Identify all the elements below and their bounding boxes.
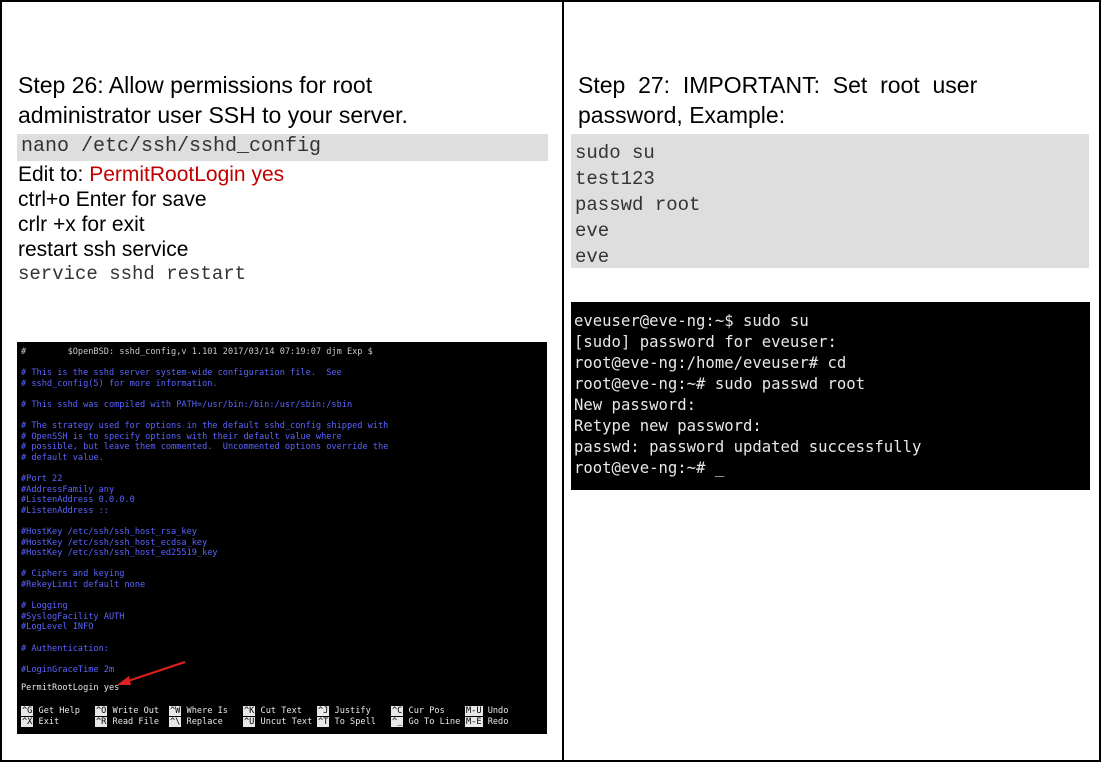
code-line: eve [575,246,610,268]
terminal-line: eveuser@eve-ng:~$ sudo su [574,312,809,330]
permit-root-login-value: PermitRootLogin yes [89,163,285,186]
code-line: test123 [575,168,655,190]
nano-shortcut-key: ^O [95,706,108,716]
nano-shortcut-label: Cut Text [255,706,302,716]
table-column-divider [562,0,564,762]
table-left-border [0,0,2,762]
nano-shortcut: ^C Cur Pos [391,706,445,716]
nano-shortcut-label: Justify [329,706,371,716]
step-27-title: Step 27: IMPORTANT: Set root user passwo… [578,72,978,128]
nano-shortcut-key: ^C [391,706,404,716]
nano-shortcut-bar: ^G Get Help ^X Exit ^O Write Out ^R Read Fi… [17,706,547,732]
nano-shortcut: ^O Write Out [95,706,159,716]
restart-instruction: restart ssh service [18,238,189,261]
nano-shortcut-label: Uncut Text [255,717,313,727]
edit-instruction: Edit to: PermitRootLogin yes [18,163,285,186]
nano-shortcut-label: Get Help [33,706,80,716]
nano-shortcut: ^\ Replace [169,717,223,727]
terminal-line: [sudo] password for eveuser: [574,333,837,351]
nano-shortcut: ^T To Spell [317,717,376,727]
terminal-line: root@eve-ng:/home/eveuser# cd [574,354,847,372]
nano-shortcut: ^J Justify [317,706,371,716]
save-instruction: ctrl+o Enter for save [18,188,207,211]
code-line: eve [575,220,610,242]
nano-shortcut-label: Where Is [181,706,228,716]
exit-instruction: crlr +x for exit [18,213,145,236]
nano-shortcut: ^K Cut Text [243,706,302,716]
nano-shortcut-key: ^X [21,717,34,727]
nano-shortcut-key: ^W [169,706,182,716]
nano-shortcut: ^G Get Help [21,706,80,716]
red-arrow-icon [117,661,186,685]
nano-shortcut: M-U Undo [465,706,508,716]
nano-shortcut-label: To Spell [329,717,376,727]
nano-shortcut-key: ^J [317,706,330,716]
example-code-block: sudo su test123 passwd root eve eve [571,134,1089,268]
nano-shortcut: ^U Uncut Text [243,717,312,727]
nano-shortcut-key: ^G [21,706,34,716]
terminal-line: passwd: password updated successfully [574,438,922,456]
nano-shortcut-key: ^T [317,717,330,727]
nano-shortcut-label: Write Out [107,706,160,716]
restart-command: service sshd restart [18,263,247,285]
step-26-title: Step 26: Allow permissions for root admi… [18,72,408,128]
table-top-border [0,0,1101,2]
nano-shortcut-label: Read File [107,717,160,727]
code-line: passwd root [575,194,701,216]
nano-shortcut-key: ^_ [391,717,404,727]
nano-shortcut-key: ^R [95,717,108,727]
nano-shortcut-label: Exit [33,717,60,727]
nano-shortcut-label: Go To Line [403,717,461,727]
nano-shortcut-label: Cur Pos [403,706,445,716]
terminal-line: root@eve-ng:~# _ [574,459,725,477]
nano-shortcut-label: Undo [482,706,509,716]
terminal-line: New password: [574,396,697,414]
nano-shortcut: ^X Exit [21,717,59,727]
nano-shortcut: ^W Where Is [169,706,228,716]
terminal-line: Retype new password: [574,417,762,435]
nano-shortcut: M-E Redo [465,717,508,727]
nano-shortcut-key: ^K [243,706,256,716]
terminal-line: root@eve-ng:~# sudo passwd root [574,375,866,393]
nano-shortcut: ^_ Go To Line [391,717,460,727]
nano-shortcut-key: ^U [243,717,256,727]
nano-command: nano /etc/ssh/sshd_config [17,134,548,161]
terminal-screenshot: eveuser@eve-ng:~$ sudo su [sudo] password… [571,302,1090,490]
nano-shortcut-label: Replace [181,717,223,727]
nano-shortcut-key: ^\ [169,717,182,727]
code-line: sudo su [575,142,655,164]
nano-shortcut: ^R Read File [95,717,159,727]
nano-shortcut-key: M-U [465,706,483,716]
nano-shortcut-label: Redo [482,717,509,727]
nano-editor-screenshot: # $OpenBSD: sshd_config,v 1.101 2017/03/… [17,342,547,734]
nano-shortcut-key: M-E [465,717,483,727]
